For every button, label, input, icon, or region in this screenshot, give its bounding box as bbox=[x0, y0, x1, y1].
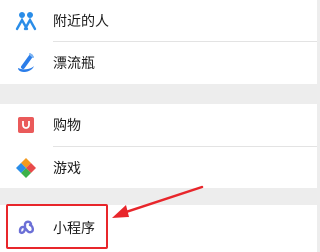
menu-item-people-nearby[interactable]: 附近的人 bbox=[0, 0, 317, 41]
menu-group-1: 附近的人 漂流瓶 bbox=[0, 0, 317, 84]
menu-item-shopping[interactable]: 购物 bbox=[0, 104, 317, 145]
menu-item-drift-bottle[interactable]: 漂流瓶 bbox=[0, 42, 317, 83]
menu-item-games[interactable]: 游戏 bbox=[0, 147, 317, 188]
menu-item-label: 附近的人 bbox=[53, 13, 109, 30]
shopping-icon bbox=[14, 113, 38, 137]
games-icon bbox=[14, 156, 38, 180]
menu-group-2: 购物 游戏 bbox=[0, 104, 317, 188]
menu-item-label: 游戏 bbox=[53, 160, 81, 177]
drift-bottle-icon bbox=[14, 51, 38, 75]
menu-item-label: 漂流瓶 bbox=[53, 55, 95, 72]
annotation-highlight-box bbox=[6, 204, 108, 249]
menu-item-label: 购物 bbox=[53, 117, 81, 134]
people-nearby-icon bbox=[14, 9, 38, 33]
